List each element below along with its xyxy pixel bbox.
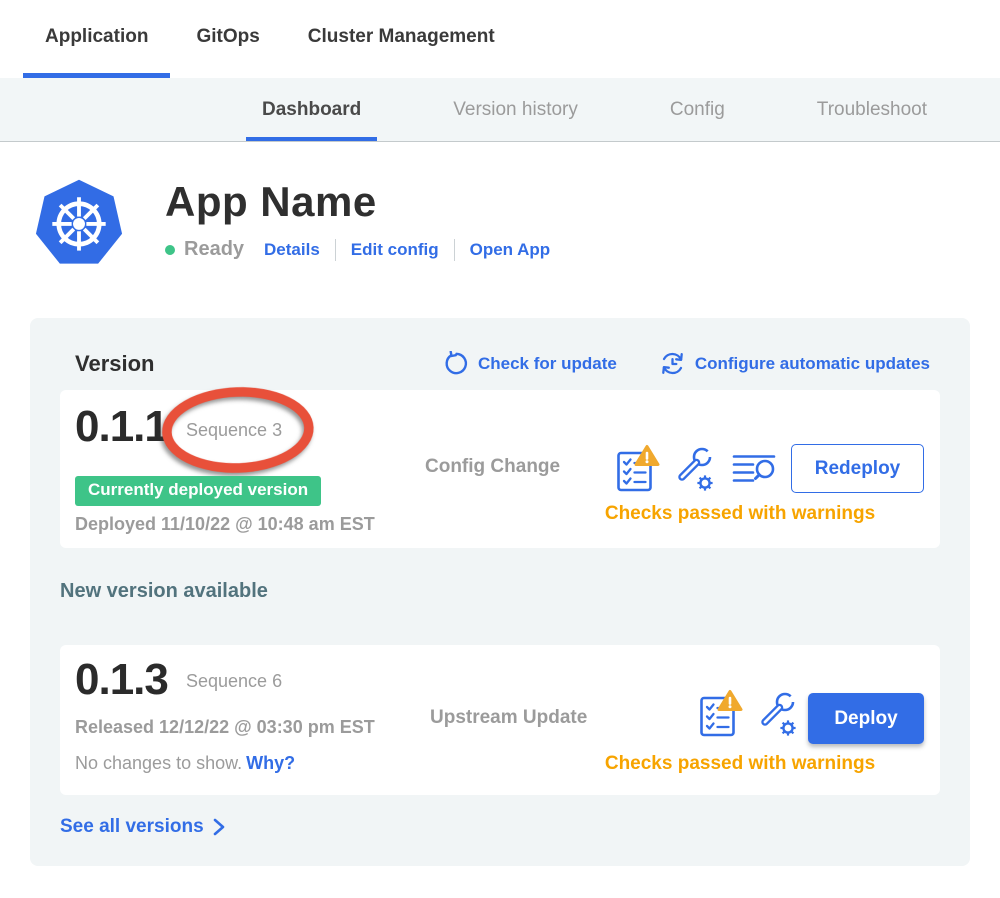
tab-gitops[interactable]: GitOps xyxy=(196,0,259,78)
edit-config-link[interactable]: Edit config xyxy=(351,240,439,260)
tab-cluster-management[interactable]: Cluster Management xyxy=(308,0,495,78)
app-header: App Name Ready Details Edit config Open … xyxy=(33,176,1000,270)
details-link[interactable]: Details xyxy=(264,240,320,260)
tab-troubleshoot[interactable]: Troubleshoot xyxy=(817,78,927,141)
new-version-heading: New version available xyxy=(60,580,268,603)
current-version-number: 0.1.1 xyxy=(75,402,168,452)
divider xyxy=(335,239,336,261)
files-magnifier-icon xyxy=(732,452,778,486)
available-version-row: 0.1.3 Sequence 6 Released 12/12/22 @ 03:… xyxy=(60,645,940,795)
auto-update-icon xyxy=(659,350,686,377)
check-for-update-link[interactable]: Check for update xyxy=(444,350,617,377)
status-dot xyxy=(165,245,175,255)
no-changes-label: No changes to show. xyxy=(75,753,242,773)
wrench-gear-icon xyxy=(675,446,717,492)
config-diff-icon[interactable] xyxy=(758,691,800,737)
deploy-button[interactable]: Deploy xyxy=(808,693,924,744)
status-text: Ready xyxy=(184,238,244,261)
checklist-warning-icon xyxy=(699,689,743,739)
no-changes-text: No changes to show.Why? xyxy=(75,753,295,774)
configure-automatic-updates-link[interactable]: Configure automatic updates xyxy=(659,350,930,377)
current-sequence-label: Sequence 3 xyxy=(186,420,282,441)
see-all-versions-label: See all versions xyxy=(60,816,204,838)
view-files-icon[interactable] xyxy=(732,452,778,486)
divider xyxy=(454,239,455,261)
see-all-versions-link[interactable]: See all versions xyxy=(60,816,225,838)
checks-status-text: Checks passed with warnings xyxy=(530,503,950,525)
version-source-label: Upstream Update xyxy=(430,707,587,729)
version-section-title: Version xyxy=(75,351,154,377)
released-timestamp: Released 12/12/22 @ 03:30 pm EST xyxy=(75,717,375,738)
app-nav: Dashboard Version history Config Trouble… xyxy=(0,78,1000,142)
primary-nav: Application GitOps Cluster Management xyxy=(0,0,1000,78)
config-diff-icon[interactable] xyxy=(675,446,717,492)
available-sequence-label: Sequence 6 xyxy=(186,671,282,692)
version-card: Version Check for update Configure autom… xyxy=(30,318,970,866)
version-source-label: Config Change xyxy=(425,456,560,478)
tab-config[interactable]: Config xyxy=(670,78,725,141)
chevron-right-icon xyxy=(213,818,225,836)
page-title: App Name xyxy=(165,178,550,226)
redeploy-button[interactable]: Redeploy xyxy=(791,444,924,493)
configure-automatic-updates-label: Configure automatic updates xyxy=(695,354,930,374)
current-version-row: 0.1.1 Sequence 3 Currently deployed vers… xyxy=(60,390,940,548)
currently-deployed-badge: Currently deployed version xyxy=(75,476,321,506)
preflight-checks-icon[interactable] xyxy=(616,444,660,494)
kubernetes-logo-icon xyxy=(33,176,125,270)
preflight-checks-icon[interactable] xyxy=(699,689,743,739)
tab-application[interactable]: Application xyxy=(23,0,170,78)
tab-dashboard[interactable]: Dashboard xyxy=(246,78,377,141)
wrench-gear-icon xyxy=(758,691,800,737)
refresh-icon xyxy=(444,351,469,376)
checks-status-text: Checks passed with warnings xyxy=(530,753,950,775)
deployed-timestamp: Deployed 11/10/22 @ 10:48 am EST xyxy=(75,514,375,535)
why-link[interactable]: Why? xyxy=(246,753,295,773)
tab-version-history[interactable]: Version history xyxy=(453,78,578,141)
open-app-link[interactable]: Open App xyxy=(470,240,551,260)
check-for-update-label: Check for update xyxy=(478,354,617,374)
checklist-warning-icon xyxy=(616,444,660,494)
available-version-number: 0.1.3 xyxy=(75,655,168,705)
